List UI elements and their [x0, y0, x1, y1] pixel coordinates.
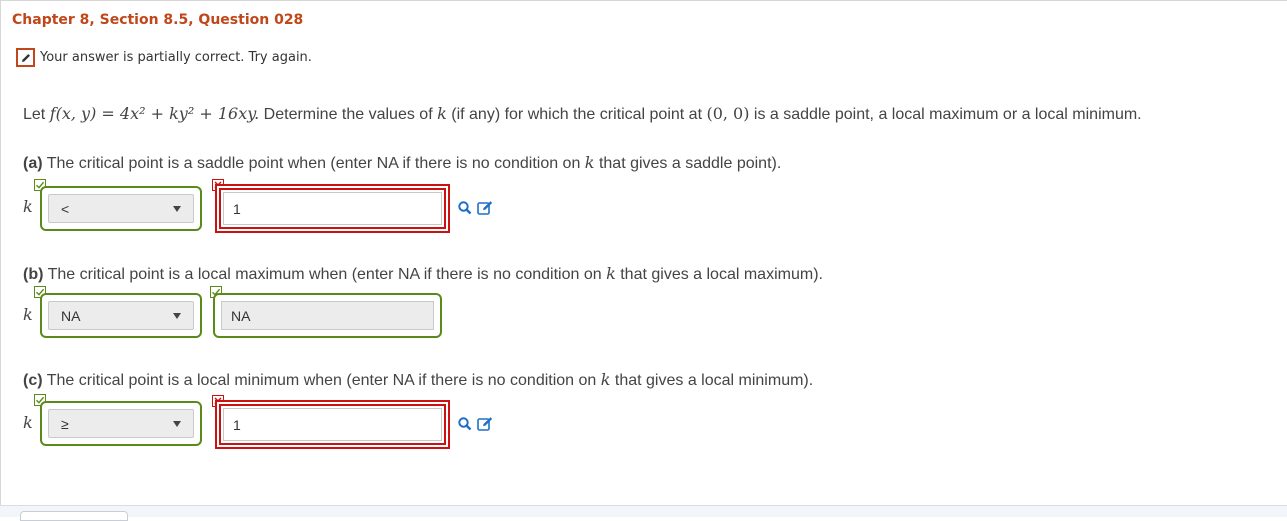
question-function: f(x, y) = 4x² + ky² + 16xy. — [49, 104, 260, 123]
part-c-text-2: that gives a local minimum). — [610, 372, 814, 389]
edit-icon[interactable] — [477, 200, 494, 216]
part-b-select-wrapper: NA — [40, 293, 202, 338]
part-b-text-k: k — [606, 264, 616, 283]
part-c-text-k: k — [600, 370, 611, 389]
question-kvar: k — [437, 104, 447, 123]
part-b-text-1: The critical point is a local maximum wh… — [43, 266, 607, 283]
part-b-input-value: NA — [231, 307, 251, 324]
question-after-k: (if any) for which the critical point at — [446, 106, 707, 123]
part-b-kvar: k — [23, 305, 33, 324]
part-a-select-wrapper: < — [40, 186, 202, 231]
part-c-select-value: ≥ — [61, 415, 69, 432]
part-b-value-input[interactable]: NA — [221, 301, 434, 330]
part-b-prompt: (b) The critical point is a local maximu… — [23, 264, 823, 284]
part-c-input-wrapper: 1 — [215, 400, 450, 449]
part-a-text-1: The critical point is a saddle point whe… — [42, 155, 585, 172]
part-a-kvar: k — [23, 197, 33, 216]
part-c-input-value: 1 — [233, 416, 241, 433]
part-b-text-2: that gives a local maximum). — [615, 266, 823, 283]
answer-status: Your answer is partially correct. Try ag… — [16, 48, 312, 67]
part-c-inequality-select[interactable]: ≥ — [48, 409, 194, 438]
dropdown-arrow-icon — [173, 312, 181, 319]
bottom-button[interactable] — [20, 511, 128, 521]
question-header: Chapter 8, Section 8.5, Question 028 — [12, 12, 304, 28]
part-b-input-wrapper: NA — [213, 293, 442, 338]
part-a-text-2: that gives a saddle point). — [594, 155, 782, 172]
status-message: Your answer is partially correct. Try ag… — [40, 50, 312, 65]
part-a-value-input[interactable]: 1 — [223, 192, 442, 225]
question-prefix: Let — [23, 106, 50, 123]
part-c-value-input[interactable]: 1 — [223, 408, 442, 441]
dropdown-arrow-icon — [173, 420, 181, 427]
part-a-label: (a) — [23, 155, 43, 172]
part-b-inequality-select[interactable]: NA — [48, 301, 194, 330]
part-c-prompt: (c) The critical point is a local minimu… — [23, 370, 813, 390]
dropdown-arrow-icon — [173, 205, 181, 212]
part-b-select-value: NA — [61, 307, 81, 324]
part-c-tools — [457, 416, 494, 432]
question-middle: Determine the values of — [259, 106, 438, 123]
part-a-inequality-select[interactable]: < — [48, 194, 194, 223]
question-suffix: is a saddle point, a local maximum or a … — [749, 106, 1142, 123]
part-a-prompt: (a) The critical point is a saddle point… — [23, 153, 781, 173]
question-point: (0, 0) — [706, 104, 750, 123]
part-a-select-value: < — [61, 200, 70, 217]
part-a-input-wrapper: 1 — [215, 184, 450, 233]
part-a-input-value: 1 — [233, 200, 241, 217]
part-b-label: (b) — [23, 266, 44, 283]
search-icon[interactable] — [457, 200, 473, 216]
part-c-text-1: The critical point is a local minimum wh… — [42, 372, 601, 389]
part-c-label: (c) — [23, 372, 43, 389]
part-a-text-k: k — [584, 153, 595, 172]
bottom-toolbar — [0, 505, 1287, 517]
part-c-kvar: k — [23, 413, 33, 432]
search-icon[interactable] — [457, 416, 473, 432]
pencil-icon — [16, 48, 35, 67]
part-c-select-wrapper: ≥ — [40, 401, 202, 446]
part-a-tools — [457, 200, 494, 216]
question-text: Let f(x, y) = 4x² + ky² + 16xy. Determin… — [23, 104, 1142, 124]
edit-icon[interactable] — [477, 416, 494, 432]
